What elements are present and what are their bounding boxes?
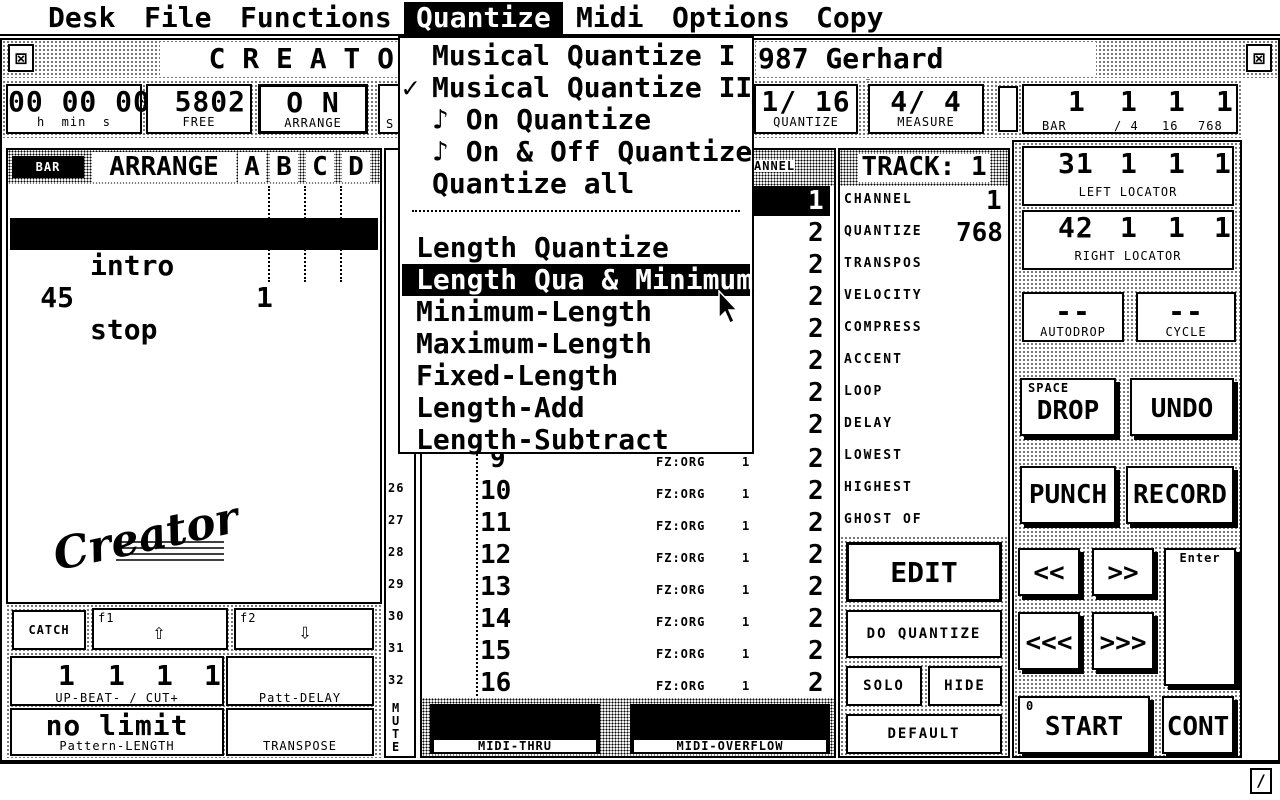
param-quantize[interactable]: QUANTIZE [844, 224, 923, 239]
status-strip [0, 762, 1280, 800]
menu-desk[interactable]: Desk [36, 2, 127, 34]
autodrop-toggle[interactable]: -- AUTODROP [1022, 292, 1124, 342]
arrow-up-icon: ⇧ [146, 620, 172, 646]
creator-logo: Creator [48, 492, 243, 582]
param-compress[interactable]: COMPRESS [844, 320, 923, 335]
transpose-field[interactable]: TRANSPOSE [226, 708, 374, 756]
left-locator[interactable]: 31 1 1 1 LEFT LOCATOR [1022, 146, 1234, 206]
checkmark-icon: ✓ [402, 71, 419, 104]
patt-delay-field[interactable]: Patt-DELAY [226, 656, 374, 706]
menu-item-fixed-length[interactable]: Fixed-Length [402, 360, 750, 392]
menu-item-musical-quantize-1[interactable]: Musical Quantize I [402, 40, 750, 72]
menu-separator [412, 210, 740, 212]
arrange-title: ARRANGE [92, 152, 236, 182]
menu-bar: Desk File Functions Quantize Midi Option… [0, 0, 1280, 36]
arrange-row-selected[interactable]: 3 theme cl 2 [10, 218, 378, 378]
solo-button[interactable]: SOLO [846, 666, 922, 706]
catch-button[interactable]: CATCH [12, 610, 86, 650]
time-display[interactable]: 00 00 00 h min s [6, 84, 150, 134]
pattern-length-field[interactable]: no limit Pattern-LENGTH [10, 708, 224, 756]
scroll-down-button[interactable]: f2 ⇩ [234, 608, 374, 650]
col-d-header: D [342, 152, 370, 182]
track-row[interactable]: 14 FZ:ORG 1 2 [430, 602, 830, 634]
menu-item-minimum-length[interactable]: Minimum-Length [402, 296, 750, 328]
param-velocity[interactable]: VELOCITY [844, 288, 923, 303]
col-c-header: C [306, 152, 334, 182]
param-accent[interactable]: ACCENT [844, 352, 903, 367]
do-quantize-button[interactable]: DO QUANTIZE [846, 610, 1002, 658]
title-right: 987 Gerhard Lengeling [756, 42, 1096, 109]
fullscreen-box-icon[interactable]: ⊠ [1246, 44, 1272, 72]
stop-button[interactable]: Enter STOP [1164, 548, 1236, 686]
menu-item-length-qua-minimum[interactable]: Length Qua & Minimum [402, 264, 753, 296]
song-position-display[interactable]: 1 1 1 1 BAR / 4 16 768 [1022, 84, 1238, 134]
arrange-row[interactable]: 45 stop [10, 250, 378, 346]
menu-item-length-quantize[interactable]: Length Quantize [402, 232, 750, 264]
menu-item-length-subtract[interactable]: Length-Subtract [402, 424, 750, 456]
menu-functions[interactable]: Functions [228, 2, 404, 34]
rewind-button[interactable]: << [1018, 548, 1080, 596]
quantize-dropdown: Musical Quantize I ✓ Musical Quantize II … [398, 36, 754, 456]
param-ghost-of[interactable]: GHOST OF [844, 512, 923, 527]
resize-handle-icon[interactable]: / [1250, 768, 1272, 794]
menu-item-maximum-length[interactable]: Maximum-Length [402, 328, 750, 360]
mute-label[interactable]: MUTE [392, 702, 404, 754]
track-row[interactable]: 11 FZ:ORG 1 2 [430, 506, 830, 538]
quantize-display[interactable]: 1/ 16 QUANTIZE [754, 84, 858, 134]
param-lowest[interactable]: LOWEST [844, 448, 903, 463]
scroll-up-button[interactable]: f1 ⇧ [92, 608, 228, 650]
mouse-pointer-icon [718, 289, 740, 326]
menu-file[interactable]: File [132, 2, 223, 34]
menu-copy[interactable]: Copy [804, 2, 895, 34]
track-row[interactable]: 12 FZ:ORG 1 2 [430, 538, 830, 570]
param-delay[interactable]: DELAY [844, 416, 893, 431]
param-transpos[interactable]: TRANSPOS [844, 256, 923, 271]
track-row[interactable]: 15 FZ:ORG 1 2 [430, 634, 830, 666]
menu-item-quantize-all[interactable]: Quantize all [402, 168, 750, 200]
punch-button[interactable]: PUNCH [1020, 466, 1116, 524]
param-loop[interactable]: LOOP [844, 384, 883, 399]
midi-overflow-indicator: MIDI-OVERFLOW [630, 704, 830, 754]
cycle-toggle[interactable]: -- CYCLE [1136, 292, 1236, 342]
menu-item-musical-quantize-2[interactable]: ✓ Musical Quantize II [402, 71, 752, 104]
fast-ff-button[interactable]: >>> [1092, 612, 1154, 670]
title-left: C R E A T O [160, 42, 400, 76]
right-locator[interactable]: 42 1 1 1 RIGHT LOCATOR [1022, 210, 1234, 270]
free-display: 5802 FREE [146, 84, 252, 134]
close-box-icon[interactable]: ⊠ [8, 44, 34, 72]
record-button[interactable]: RECORD [1126, 466, 1234, 524]
track-title: TRACK: 1 [858, 154, 990, 182]
fast-rewind-button[interactable]: <<< [1018, 612, 1080, 670]
arrange-toggle[interactable]: O N ARRANGE [258, 84, 368, 134]
menu-item-on-quantize[interactable]: ♪ On Quantize [402, 104, 750, 136]
menu-item-on-off-quantize[interactable]: ♪ On & Off Quantize [402, 136, 752, 168]
edit-button[interactable]: EDIT [846, 542, 1002, 602]
position-marker-icon [998, 86, 1018, 132]
track-row[interactable]: 13 FZ:ORG 1 2 [430, 570, 830, 602]
col-b-header: B [270, 152, 298, 182]
arrange-row[interactable]: 1 intro 1 [10, 186, 378, 314]
bar-label[interactable]: BAR [12, 156, 84, 178]
param-channel[interactable]: CHANNEL [844, 192, 913, 207]
track-row[interactable]: 16 FZ:ORG 1 2 [430, 666, 830, 698]
start-button[interactable]: 0 START [1018, 696, 1150, 754]
drop-button[interactable]: SPACE DROP [1020, 378, 1116, 436]
fast-forward-button[interactable]: >> [1092, 548, 1154, 596]
upbeat-field[interactable]: 1 1 1 1 UP-BEAT- / CUT+ [10, 656, 224, 706]
hide-button[interactable]: HIDE [928, 666, 1002, 706]
param-highest[interactable]: HIGHEST [844, 480, 913, 495]
menu-options[interactable]: Options [660, 2, 802, 34]
col-a-header: A [238, 152, 266, 182]
menu-quantize[interactable]: Quantize [404, 2, 563, 34]
menu-midi[interactable]: Midi [564, 2, 655, 34]
default-button[interactable]: DEFAULT [846, 714, 1002, 754]
arrow-down-icon: ⇩ [292, 620, 318, 646]
menu-item-length-add[interactable]: Length-Add [402, 392, 750, 424]
track-row[interactable]: 10 FZ:ORG 1 2 [430, 474, 830, 506]
midi-thru-indicator: MIDI-THRU [430, 704, 600, 754]
undo-button[interactable]: UNDO [1130, 378, 1234, 436]
continue-button[interactable]: CONT [1162, 696, 1234, 754]
measure-display[interactable]: 4/ 4 MEASURE [868, 84, 984, 134]
